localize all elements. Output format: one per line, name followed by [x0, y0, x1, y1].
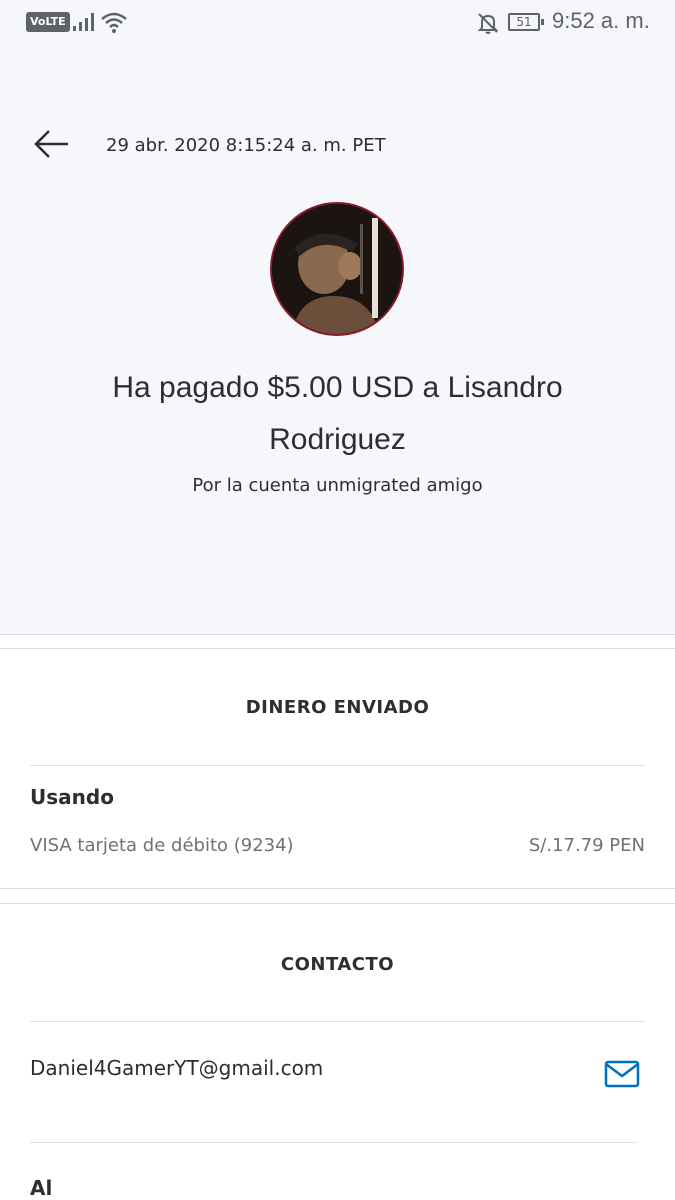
divider [30, 765, 645, 766]
payment-method: VISA tarjeta de débito (9234) [30, 835, 294, 856]
divider [30, 1142, 637, 1143]
payment-subline: Por la cuenta unmigrated amigo [192, 475, 483, 496]
network-badge: VoLTE [26, 12, 70, 32]
status-bar: VoLTE 51 9:52 a. m. [0, 0, 675, 48]
signal-icon [73, 13, 94, 31]
contact-email: Daniel4GamerYT@gmail.com [30, 1056, 324, 1080]
to-label: Al [30, 1176, 53, 1200]
section-title-contact: CONTACTO [280, 954, 395, 975]
payment-headline: Ha pagado $5.00 USD a Lisandro Rodriguez [112, 371, 563, 456]
payment-amount: S/.17.79 PEN [528, 835, 645, 856]
divider [0, 648, 675, 649]
transaction-summary: 29 abr. 2020 8:15:24 a. m. PET [0, 48, 675, 634]
divider [30, 1021, 645, 1022]
transaction-datetime: 29 abr. 2020 8:15:24 a. m. PET [106, 135, 386, 156]
arrow-left-icon[interactable] [34, 128, 70, 160]
status-time: 9:52 a. m. [552, 8, 650, 33]
divider [0, 903, 675, 904]
wifi-icon [101, 12, 127, 33]
using-label: Usando [30, 785, 114, 809]
divider [0, 888, 675, 889]
mail-icon[interactable] [604, 1060, 640, 1088]
notifications-off-icon [477, 13, 499, 34]
divider [0, 634, 675, 635]
avatar [270, 202, 404, 336]
section-title-money-sent: DINERO ENVIADO [245, 697, 430, 718]
battery-icon: 51 [508, 13, 544, 31]
